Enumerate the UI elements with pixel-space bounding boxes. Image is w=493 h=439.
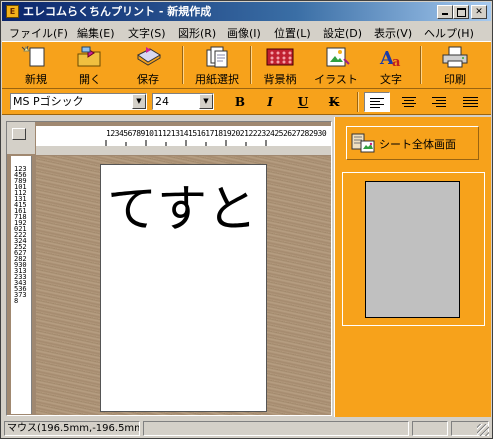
new-button[interactable]: 新規 [10,44,62,86]
menu-image[interactable]: 画像(I) [227,25,261,41]
font-name-value: MS Pゴシック [13,95,84,108]
align-right-button[interactable] [426,92,452,112]
maximize-icon [456,8,466,17]
menu-text[interactable]: 文字(S) [128,25,166,41]
menu-edit[interactable]: 編集(E) [77,25,115,41]
toolbar-separator [420,46,422,84]
font-size-value: 24 [155,95,169,108]
canvas-text-object[interactable]: てすと [107,179,257,239]
font-name-select[interactable]: MS Pゴシック ▼ [10,93,147,110]
toolbar-separator [250,46,252,84]
toolbar-separator [182,46,184,84]
status-panel-2 [143,421,409,436]
svg-text:a: a [392,55,401,69]
vertical-ruler: 1234567891011121314151617181920212223242… [11,156,32,414]
menu-shape[interactable]: 図形(R) [178,25,216,41]
print-icon [439,45,471,69]
illustration-label: イラスト [314,73,358,86]
app-icon[interactable]: E [6,5,19,18]
right-panel: シート全体画面 [334,117,491,417]
horizontal-ruler: 1234567891011121314151617181920212223242… [36,126,331,147]
underline-button[interactable]: U [292,93,314,111]
open-label: 開く [79,73,101,86]
new-label: 新規 [25,73,47,86]
main-toolbar: 新規 開く 保存 用紙選択 背景柄 イラスト A a 文字 印刷 [2,41,491,89]
app-window: E エレコムらくちんプリント - 新規作成 ✕ ファイル(F) 編集(E) 文字… [0,0,493,439]
status-panel-3 [412,421,448,436]
ruler-corner [7,122,35,154]
mouse-position-status: マウス(196.5mm,-196.5mm) [4,421,140,436]
illustration-button[interactable]: イラスト [310,44,362,86]
sheet-preview[interactable] [365,181,460,318]
save-label: 保存 [137,73,159,86]
paper-select-icon [201,45,233,69]
window-title: エレコムらくちんプリント - 新規作成 [23,5,212,18]
menu-settings[interactable]: 設定(D) [323,25,362,41]
text-icon: Aa [375,45,407,70]
strikethrough-button[interactable]: K [323,93,345,111]
chevron-down-icon[interactable]: ▼ [199,94,213,109]
save-button[interactable]: 保存 [122,44,174,86]
print-label: 印刷 [444,73,466,86]
sheet-preview-frame [342,172,485,326]
save-icon [132,45,164,69]
paper-sheet[interactable]: てすと [100,164,267,412]
horizontal-scrollbar[interactable] [36,146,331,155]
illustration-icon [320,45,352,69]
ruler-origin-icon[interactable] [12,128,26,140]
open-button[interactable]: 開く [64,44,116,86]
resize-grip-icon[interactable] [477,424,489,436]
close-button[interactable]: ✕ [471,5,487,19]
chevron-down-icon[interactable]: ▼ [132,94,146,109]
ruler-ticks [105,140,267,146]
print-button[interactable]: 印刷 [432,44,478,86]
menu-view[interactable]: 表示(V) [374,25,412,41]
align-justify-button[interactable] [458,92,484,112]
close-icon: ✕ [475,7,483,17]
menu-position[interactable]: 位置(L) [274,25,311,41]
new-doc-icon [20,45,52,69]
editor-area[interactable]: 1234567891011121314151617181920212223242… [6,121,332,416]
align-left-button[interactable] [364,92,390,112]
open-folder-icon [74,45,106,69]
paper-select-button[interactable]: 用紙選択 [188,44,246,86]
background-pattern-button[interactable]: 背景柄 [256,44,304,86]
menu-help[interactable]: ヘルプ(H) [424,25,474,41]
minimize-button[interactable] [437,5,453,19]
title-bar[interactable]: E エレコムらくちんプリント - 新規作成 ✕ [2,2,491,21]
align-center-button[interactable] [396,92,422,112]
paper-select-label: 用紙選択 [195,73,239,86]
background-pattern-label: 背景柄 [263,73,297,86]
format-bar: MS Pゴシック ▼ 24 ▼ B I U K [2,89,491,115]
menu-file[interactable]: ファイル(F) [9,25,68,41]
menu-bar: ファイル(F) 編集(E) 文字(S) 図形(R) 画像(I) 位置(L) 設定… [2,22,491,41]
background-pattern-icon [264,45,296,69]
maximize-button[interactable] [453,5,469,19]
full-sheet-view-label: シート全体画面 [379,138,456,151]
format-separator [357,92,359,112]
minimize-icon [442,13,448,15]
font-size-select[interactable]: 24 ▼ [152,93,214,110]
vertical-ruler-numbers: 1234567891011121314151617181920212223242… [14,165,27,305]
status-bar: マウス(196.5mm,-196.5mm) [2,419,491,438]
italic-button[interactable]: I [259,93,281,111]
full-sheet-view-button[interactable]: シート全体画面 [346,126,479,160]
bold-button[interactable]: B [229,93,251,111]
sheet-view-icon [351,133,375,153]
text-label: 文字 [380,73,402,86]
text-button[interactable]: Aa 文字 [368,44,414,86]
